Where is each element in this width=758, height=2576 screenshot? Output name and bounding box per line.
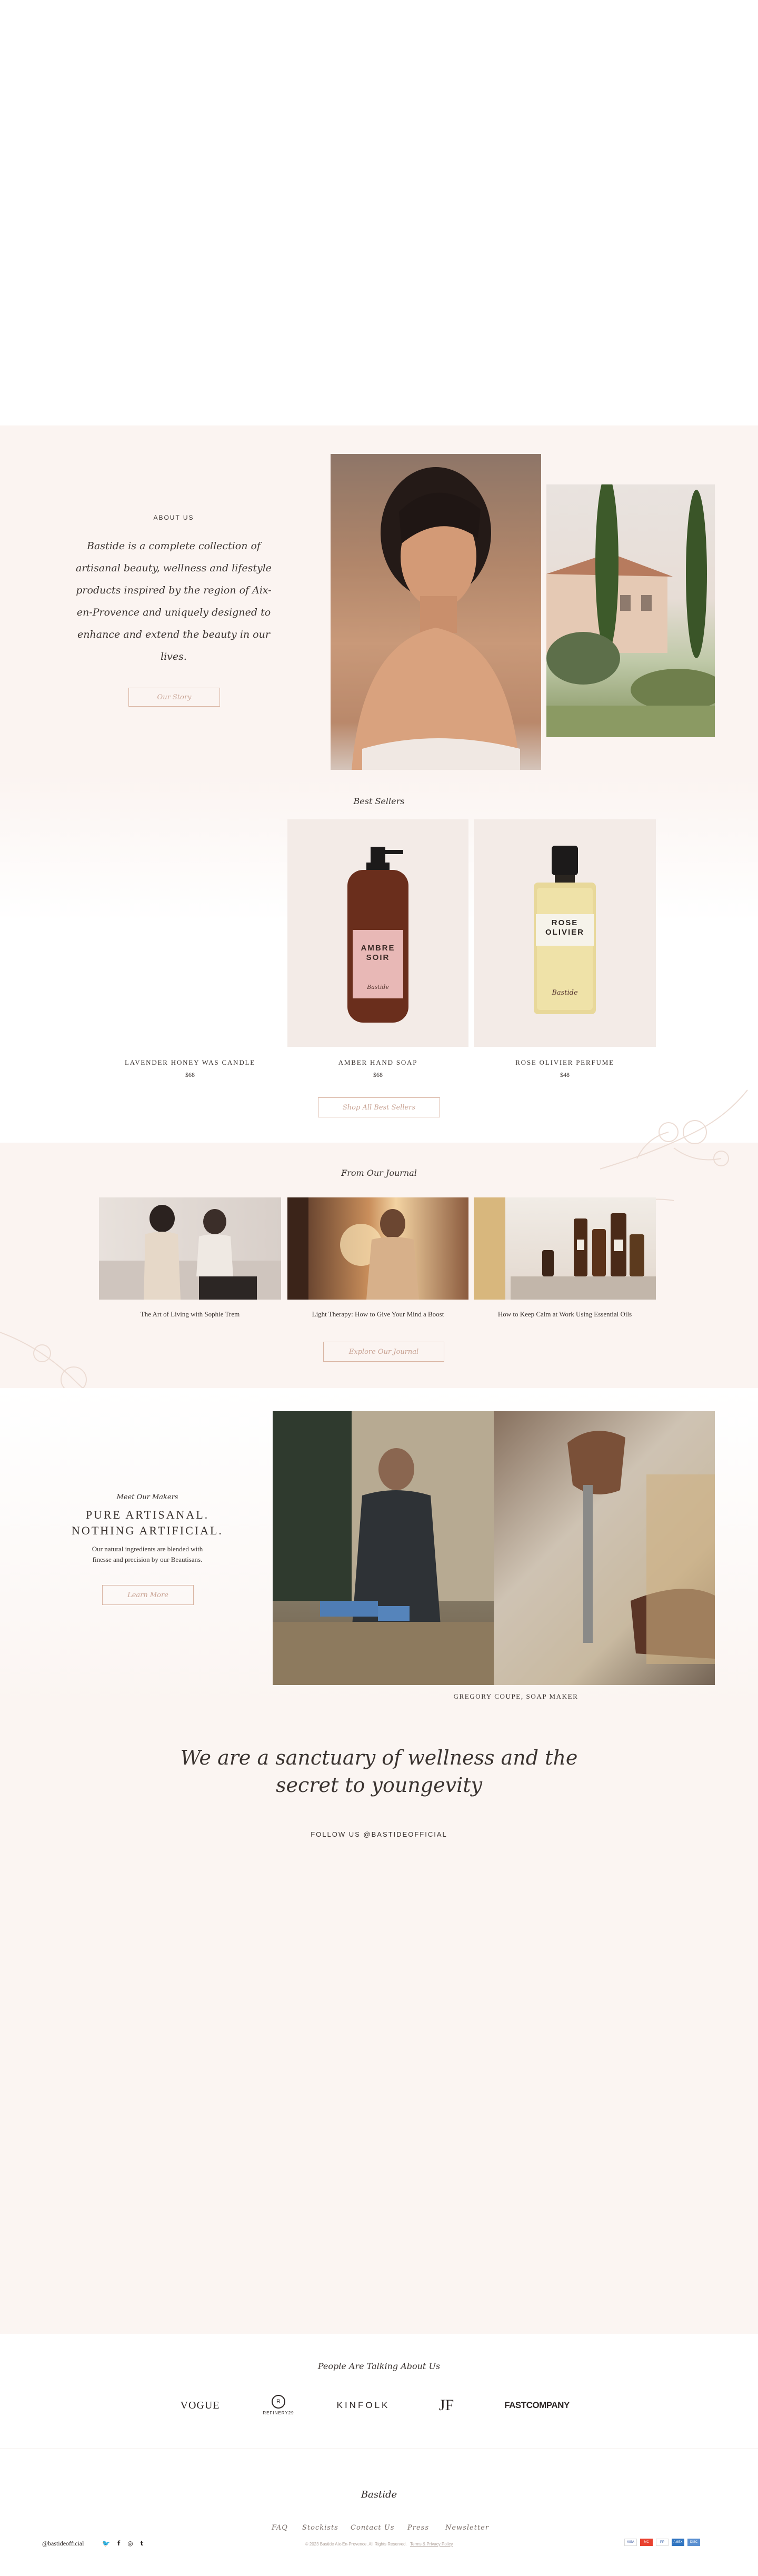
footer-link-contact[interactable]: Contact Us — [351, 2524, 394, 2532]
soap-label-line1: AMBRE — [361, 944, 395, 953]
journal-title-2[interactable]: Light Therapy: How to Give Your Mind a B… — [287, 1310, 468, 1319]
visa-icon: VISA — [624, 2539, 637, 2546]
makers-caption: GREGORY COUPE, SOAP MAKER — [453, 1692, 579, 1700]
copyright-text: © 2023 Bastide Aix-En-Provence. All Righ… — [305, 2542, 407, 2547]
product-name-candle[interactable]: LAVENDER HONEY WAS CANDLE — [99, 1058, 281, 1067]
footer-link-newsletter[interactable]: Newsletter — [445, 2524, 489, 2532]
our-story-button[interactable]: Our Story — [128, 688, 220, 707]
product-price-soap: $68 — [373, 1071, 383, 1078]
journal-heading: From Our Journal — [341, 1168, 417, 1178]
maker-photo-soap — [273, 1411, 494, 1685]
learn-more-button[interactable]: Learn More — [102, 1585, 194, 1605]
journal-section: From Our Journal The Art of Living with … — [0, 1089, 758, 1422]
top-blank-area — [0, 0, 758, 425]
policy-link[interactable]: Terms & Privacy Policy — [410, 2542, 453, 2547]
press-section: People Are Talking About Us VOGUE R REFI… — [0, 2334, 758, 2449]
social-icons: 🐦 f ◎ t — [102, 2540, 143, 2547]
refinery29-logo: R REFINERY29 — [250, 2392, 307, 2418]
footer-link-stockists[interactable]: Stockists — [302, 2524, 338, 2532]
journal-title-3[interactable]: How to Keep Calm at Work Using Essential… — [474, 1310, 656, 1319]
footer-link-press[interactable]: Press — [407, 2524, 429, 2532]
footer-link-faq[interactable]: FAQ — [272, 2524, 288, 2532]
bestsellers-heading: Best Sellers — [353, 796, 405, 806]
about-heading: ABOUT US — [153, 514, 194, 521]
refinery29-wordmark: REFINERY29 — [263, 2410, 294, 2415]
paypal-icon: PP — [656, 2539, 669, 2546]
about-section: ABOUT US Bastide is a complete collectio… — [0, 425, 758, 800]
social-handle[interactable]: @bastideofficial — [42, 2540, 84, 2548]
twitter-icon[interactable]: 🐦 — [102, 2540, 110, 2547]
journal-image-2[interactable] — [287, 1197, 468, 1300]
amex-icon: AMEX — [672, 2539, 684, 2546]
journal-image-3[interactable] — [474, 1197, 656, 1300]
refinery29-mark-icon: R — [272, 2394, 285, 2409]
makers-text-line2: finesse and precision by our Beautisans. — [92, 1555, 203, 1563]
tumblr-icon[interactable]: t — [141, 2540, 144, 2547]
product-name-perfume[interactable]: ROSE OLIVIER PERFUME — [474, 1058, 656, 1067]
makers-title-line2: NOTHING ARTIFICIAL. — [72, 1524, 223, 1537]
shop-bestsellers-button[interactable]: Shop All Best Sellers — [318, 1097, 440, 1117]
makers-title-line1: PURE ARTISANAL. — [85, 1508, 210, 1521]
facebook-icon[interactable]: f — [117, 2540, 120, 2547]
sanctuary-line1: We are a sanctuary of wellness and the — [180, 1746, 578, 1769]
fastcompany-logo: FASTCOMPANY — [504, 2400, 570, 2410]
makers-text-line1: Our natural ingredients are blended with — [92, 1545, 203, 1553]
product-card-candle[interactable] — [99, 819, 281, 1047]
follow-us-link[interactable]: FOLLOW US @BASTIDEOFFICIAL — [0, 1830, 758, 1838]
explore-journal-button[interactable]: Explore Our Journal — [323, 1342, 444, 1362]
payment-icons: VISA MC PP AMEX DISC — [624, 2539, 700, 2546]
discover-icon: DISC — [687, 2539, 700, 2546]
sanctuary-section: We are a sanctuary of wellness and the s… — [0, 1704, 758, 2334]
portrait-photo — [331, 454, 541, 770]
journal-title-1[interactable]: The Art of Living with Sophie Trem — [99, 1310, 281, 1319]
maker-photo-hands — [494, 1411, 715, 1685]
vogue-logo: VOGUE — [180, 2399, 220, 2411]
journal-image-1[interactable] — [99, 1197, 281, 1300]
perfume-label-line2: OLIVIER — [545, 928, 584, 937]
footer: Bastide FAQ Stockists Contact Us Press N… — [0, 2449, 758, 2576]
press-heading: People Are Talking About Us — [317, 2361, 441, 2371]
perfume-label-brand: Bastide — [552, 989, 578, 997]
about-text: Bastide is a complete collection of arti… — [75, 540, 272, 662]
kinfolk-logo: KINFOLK — [336, 2400, 390, 2410]
instagram-icon[interactable]: ◎ — [127, 2540, 133, 2547]
footer-signature-logo[interactable]: Bastide — [0, 2489, 758, 2500]
mastercard-icon: MC — [640, 2539, 653, 2546]
jf-logo: JF — [438, 2396, 454, 2414]
makers-section: Meet Our Makers PURE ARTISANAL. NOTHING … — [0, 1388, 758, 1704]
sanctuary-line2: secret to youngevity — [276, 1774, 482, 1797]
soap-label-line2: SOIR — [366, 953, 390, 962]
villa-photo — [546, 484, 715, 737]
product-name-soap[interactable]: AMBER HAND SOAP — [287, 1058, 468, 1067]
perfume-label-line1: ROSE — [551, 918, 579, 927]
makers-eyebrow: Meet Our Makers — [116, 1493, 178, 1501]
product-card-soap[interactable]: AMBRE SOIR Bastide — [287, 819, 468, 1047]
soap-label-brand: Bastide — [367, 984, 389, 990]
product-card-perfume[interactable]: ROSE OLIVIER Bastide — [474, 819, 656, 1047]
product-price-candle: $68 — [185, 1071, 195, 1078]
